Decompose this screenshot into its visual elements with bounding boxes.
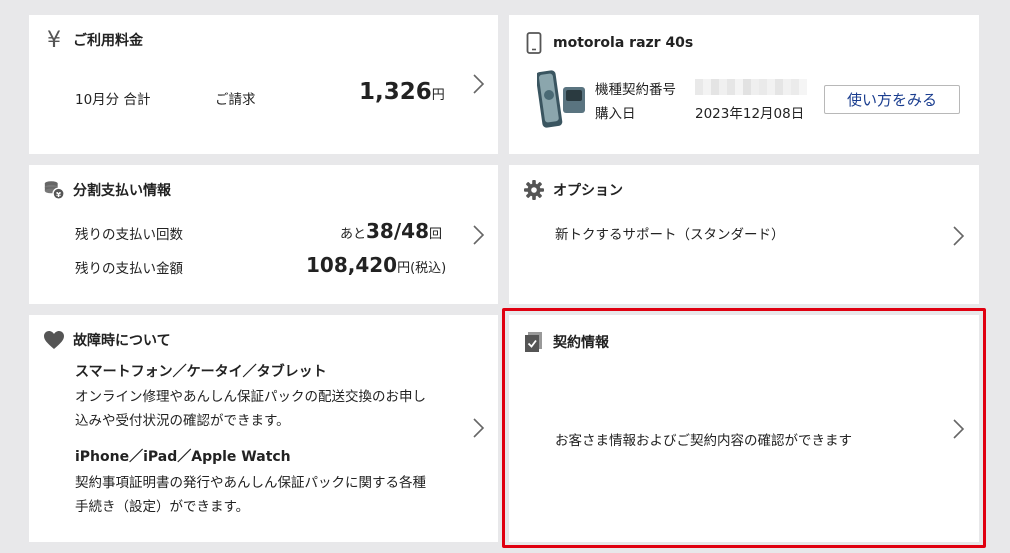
how-to-use-button[interactable]: 使い方をみる	[824, 85, 960, 114]
chevron-right-icon[interactable]	[471, 224, 485, 246]
heart-icon	[43, 329, 65, 351]
billing-card[interactable]: ¥ ご利用料金 10月分 合計 ご請求 1,326円	[29, 15, 498, 154]
trouble-section2-line2: 手続き（設定）ができます。	[75, 499, 250, 515]
purchase-date: 2023年12月08日	[695, 106, 805, 122]
billing-amount: 1,326	[359, 79, 432, 105]
chevron-right-icon[interactable]	[951, 225, 965, 247]
trouble-section2-heading: iPhone／iPad／Apple Watch	[75, 449, 291, 465]
billing-title: ¥ ご利用料金	[43, 27, 143, 53]
gear-icon	[523, 179, 545, 201]
trouble-section1-line2: 込みや受付状況の確認ができます。	[75, 413, 290, 429]
remaining-count: あと38/48回	[340, 219, 442, 243]
serial-label: 機種契約番号	[595, 82, 676, 98]
trouble-section2-line1: 契約事項証明書の発行やあんしん保証パックに関する各種	[75, 475, 426, 491]
options-title: オプション	[523, 179, 623, 201]
billing-amount-wrap: 1,326円	[359, 79, 445, 105]
trouble-section1-line1: オンライン修理やあんしん保証パックの配送交換のお申し	[75, 389, 426, 405]
device-card: motorola razr 40s 機種契約番号 購入日 2023年12月08日…	[509, 15, 979, 154]
chevron-right-icon[interactable]	[951, 418, 965, 440]
device-image	[535, 69, 589, 129]
options-card[interactable]: オプション 新トクするサポート（スタンダード）	[509, 165, 979, 304]
billing-unit: 円	[431, 88, 445, 103]
trouble-title: 故障時について	[43, 329, 171, 351]
remaining-amount: 108,420円(税込)	[306, 253, 447, 277]
serial-number-masked	[695, 79, 807, 99]
coins-yen-icon: ¥	[43, 179, 65, 201]
billing-period: 10月分 合計	[75, 92, 151, 108]
installment-card[interactable]: ¥ 分割支払い情報 残りの支払い回数 あと38/48回 残りの支払い金額 108…	[29, 165, 498, 304]
option-item: 新トクするサポート（スタンダード）	[555, 227, 785, 243]
contract-description: お客さま情報およびご契約内容の確認ができます	[555, 433, 852, 449]
chevron-right-icon[interactable]	[471, 417, 485, 439]
chevron-right-icon[interactable]	[471, 73, 485, 95]
svg-text:¥: ¥	[56, 190, 62, 199]
installment-title: ¥ 分割支払い情報	[43, 179, 171, 201]
yen-icon: ¥	[47, 27, 61, 53]
contract-card[interactable]: 契約情報 お客さま情報およびご契約内容の確認ができます	[509, 315, 979, 542]
billing-label: ご請求	[215, 92, 256, 108]
device-title: motorola razr 40s	[523, 32, 693, 54]
contract-title: 契約情報	[523, 331, 609, 353]
trouble-card[interactable]: 故障時について スマートフォン／ケータイ／タブレット オンライン修理やあんしん保…	[29, 315, 498, 542]
contract-document-icon	[523, 331, 545, 353]
remaining-count-label: 残りの支払い回数	[75, 227, 183, 243]
remaining-amount-label: 残りの支払い金額	[75, 261, 183, 277]
smartphone-icon	[523, 32, 545, 54]
trouble-section1-heading: スマートフォン／ケータイ／タブレット	[75, 364, 327, 380]
purchase-label: 購入日	[595, 106, 636, 122]
